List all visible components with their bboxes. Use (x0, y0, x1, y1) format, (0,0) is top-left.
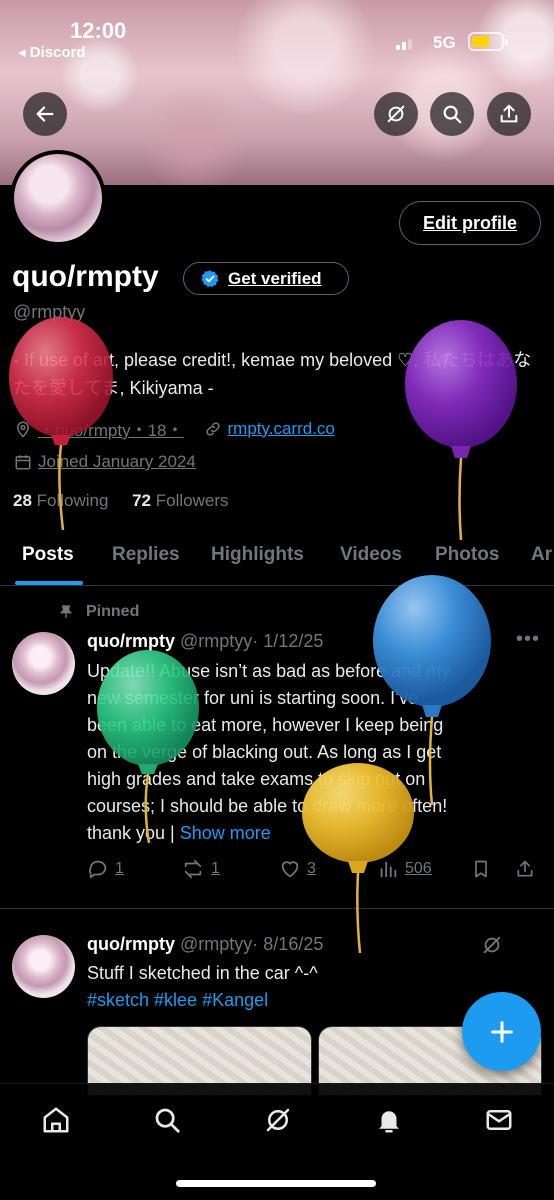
back-button[interactable] (23, 92, 67, 136)
post-date: · 1/12/25 (252, 631, 324, 651)
pinned-indicator: Pinned (58, 603, 139, 621)
profile-avatar[interactable] (10, 150, 106, 246)
pinned-label: Pinned (86, 603, 140, 620)
search-icon (443, 105, 462, 124)
arrow-left-icon (36, 106, 54, 122)
followers-link[interactable]: 72 Followers (132, 491, 228, 510)
battery-icon (468, 32, 508, 51)
grok-icon[interactable] (481, 934, 503, 956)
status-time: 12:00 (70, 18, 127, 43)
signal-icon (396, 38, 412, 50)
post-more-button[interactable]: ••• (516, 628, 540, 651)
website-link[interactable]: rmpty.carrd.co (228, 419, 335, 439)
share-post-button[interactable] (515, 858, 535, 880)
yellow-balloon-image (302, 763, 414, 953)
red-balloon-image (9, 317, 113, 530)
bookmark-button[interactable] (471, 858, 491, 880)
profile-page: 12:00 ◂ Discord 5G Edit profile quo/rmpt… (0, 0, 554, 1200)
search-icon (155, 1108, 180, 1133)
post-author-name[interactable]: quo/rmpty (87, 934, 175, 954)
post-avatar[interactable] (12, 935, 75, 998)
grok-icon (266, 1108, 290, 1132)
get-verified-label: Get verified (228, 268, 322, 288)
verified-badge-icon (201, 269, 219, 287)
tab-replies[interactable]: Replies (112, 544, 180, 566)
bell-icon (379, 1111, 399, 1133)
active-tab-indicator (15, 581, 83, 585)
share-button[interactable] (487, 92, 531, 136)
status-bar: 12:00 ◂ Discord 5G (0, 0, 554, 70)
repost-count: 1 (211, 860, 220, 877)
pin-icon (59, 605, 73, 618)
heart-icon (281, 861, 299, 878)
share-icon (517, 860, 533, 877)
green-balloon-image (97, 650, 199, 843)
grok-button[interactable] (374, 92, 418, 136)
tab-highlights[interactable]: Highlights (211, 544, 304, 566)
tab-videos[interactable]: Videos (340, 544, 402, 566)
nav-search[interactable] (150, 1103, 184, 1137)
followers-label: Followers (155, 491, 229, 510)
home-indicator (176, 1180, 376, 1187)
reply-icon (89, 860, 107, 879)
post-author-handle: @rmptyy (180, 934, 253, 954)
compose-button[interactable] (462, 992, 541, 1071)
network-label: 5G (433, 33, 456, 52)
repost-button[interactable]: 1 (181, 858, 220, 880)
post-header: quo/rmpty @rmptyy· 8/16/25 (87, 934, 323, 955)
reply-count: 1 (115, 860, 124, 877)
purple-balloon-image (405, 320, 517, 540)
post-text-line: Stuff I sketched in the car ^-^ (87, 963, 318, 983)
nav-messages[interactable] (482, 1103, 516, 1137)
grok-icon (387, 105, 405, 123)
tab-articles[interactable]: Ar (531, 544, 552, 566)
edit-profile-button[interactable]: Edit profile (399, 201, 541, 245)
repost-icon (184, 859, 202, 879)
bookmark-icon (475, 860, 487, 878)
post-avatar[interactable] (12, 632, 75, 695)
get-verified-button[interactable]: Get verified (183, 262, 349, 295)
nav-home[interactable] (39, 1103, 73, 1137)
nav-notifications[interactable] (372, 1103, 406, 1137)
back-to-app-link[interactable]: ◂ Discord (18, 43, 86, 61)
share-icon (500, 104, 518, 123)
plus-icon (490, 1020, 513, 1043)
post-divider (0, 908, 554, 909)
nav-grok[interactable] (261, 1103, 295, 1137)
home-icon (43, 1107, 69, 1133)
link-icon (205, 421, 220, 436)
search-button[interactable] (430, 92, 474, 136)
post-text[interactable]: Stuff I sketched in the car ^-^ #sketch … (87, 960, 537, 1014)
followers-count: 72 (132, 491, 152, 510)
reply-button[interactable]: 1 (87, 858, 124, 880)
profile-name: quo/rmpty (12, 260, 159, 293)
tab-posts[interactable]: Posts (22, 544, 74, 566)
mail-icon (486, 1110, 512, 1130)
tab-photos[interactable]: Photos (435, 544, 499, 566)
